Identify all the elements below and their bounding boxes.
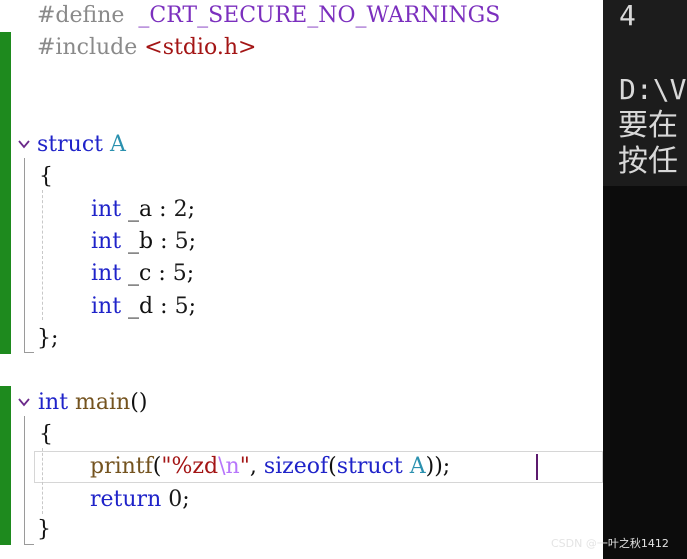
field-name: _c [128, 261, 152, 286]
close-brace: } [37, 517, 51, 542]
collapse-chevron-icon[interactable] [17, 137, 31, 151]
sizeof-keyword: sizeof [263, 454, 329, 479]
bitfield-colon: : [160, 294, 168, 319]
return-type-keyword: int [38, 390, 69, 415]
return-keyword: return [90, 487, 162, 512]
outline-guide [24, 416, 25, 544]
code-line-define[interactable]: #define _CRT_SECURE_NO_WARNINGS [37, 0, 500, 32]
outline-guide [24, 158, 25, 352]
escape-sequence: \n [218, 454, 240, 479]
bitfield-colon: : [159, 197, 167, 222]
code-line-include[interactable]: #include <stdio.h> [37, 32, 256, 64]
comma: , [249, 454, 264, 479]
change-marker-bar [0, 386, 11, 545]
bitfield-width: 2 [173, 197, 188, 222]
field-name: _b [128, 229, 154, 254]
open-paren: ( [328, 454, 337, 479]
type-keyword: int [91, 197, 122, 222]
bitfield-colon: : [158, 261, 166, 286]
console-output-line: D:\V [619, 73, 687, 106]
type-keyword: int [91, 261, 122, 286]
outline-guide-end [24, 352, 34, 353]
code-line-field[interactable]: int _c : 5; [91, 258, 194, 290]
field-name: _d [128, 294, 154, 319]
bitfield-colon: : [160, 229, 168, 254]
code-line-main-close[interactable]: } [37, 514, 51, 546]
console-output-line: 4 [619, 0, 636, 32]
outline-guide-end [24, 544, 34, 545]
function-name: main [75, 390, 131, 415]
semicolon: ; [187, 197, 196, 222]
format-string: "%zd [161, 454, 219, 479]
collapse-chevron-icon[interactable] [17, 395, 31, 409]
console-output-line: 按任 [618, 144, 678, 179]
function-call-name: printf [90, 454, 153, 479]
code-line-field[interactable]: int _a : 2; [91, 194, 195, 226]
macro-name: _CRT_SECURE_NO_WARNINGS [138, 3, 501, 28]
format-string-end: " [239, 454, 250, 479]
close-brace: }; [37, 326, 59, 351]
code-line-brace[interactable]: { [39, 419, 53, 451]
close-parens: )); [425, 454, 451, 479]
preprocessor-directive: #define [37, 3, 125, 28]
indent-guide [42, 190, 43, 320]
type-keyword: int [91, 229, 122, 254]
code-line-struct-close[interactable]: }; [37, 323, 58, 355]
struct-keyword: struct [37, 132, 103, 157]
struct-name: A [109, 132, 126, 157]
console-window[interactable]: 4 D:\V 要在 按任 [603, 0, 687, 559]
code-line-brace[interactable]: { [39, 161, 53, 193]
console-output-line: 要在 [618, 108, 678, 143]
bitfield-width: 5 [172, 261, 187, 286]
type-keyword: int [91, 294, 122, 319]
include-header: <stdio.h> [144, 35, 257, 60]
struct-keyword: struct [336, 454, 403, 479]
semicolon: ; [188, 229, 196, 254]
screenshot-root: #define _CRT_SECURE_NO_WARNINGS #include… [0, 0, 687, 559]
semicolon: ; [186, 261, 195, 286]
return-value: 0 [168, 487, 183, 512]
semicolon: ; [182, 487, 190, 512]
code-line-struct-decl[interactable]: struct A [37, 129, 126, 161]
code-line-field[interactable]: int _d : 5; [91, 291, 196, 323]
parameter-parens: () [130, 390, 148, 415]
indent-guide [42, 448, 43, 514]
text-cursor [536, 454, 538, 480]
watermark-text: CSDN @一叶之秋1412 [551, 537, 669, 550]
struct-name: A [409, 454, 426, 479]
open-brace: { [39, 164, 53, 189]
code-line-field[interactable]: int _b : 5; [91, 226, 196, 258]
open-brace: { [39, 422, 53, 447]
semicolon: ; [188, 294, 196, 319]
bitfield-width: 5 [174, 294, 189, 319]
bitfield-width: 5 [174, 229, 189, 254]
field-name: _a [128, 197, 153, 222]
change-marker-bar [0, 32, 11, 354]
code-editor[interactable]: #define _CRT_SECURE_NO_WARNINGS #include… [0, 0, 603, 559]
preprocessor-directive: #include [37, 35, 138, 60]
code-line-return[interactable]: return 0; [90, 484, 190, 516]
code-line-printf[interactable]: printf("%zd\n", sizeof(struct A)); [90, 451, 450, 483]
code-line-main-decl[interactable]: int main() [38, 387, 147, 419]
